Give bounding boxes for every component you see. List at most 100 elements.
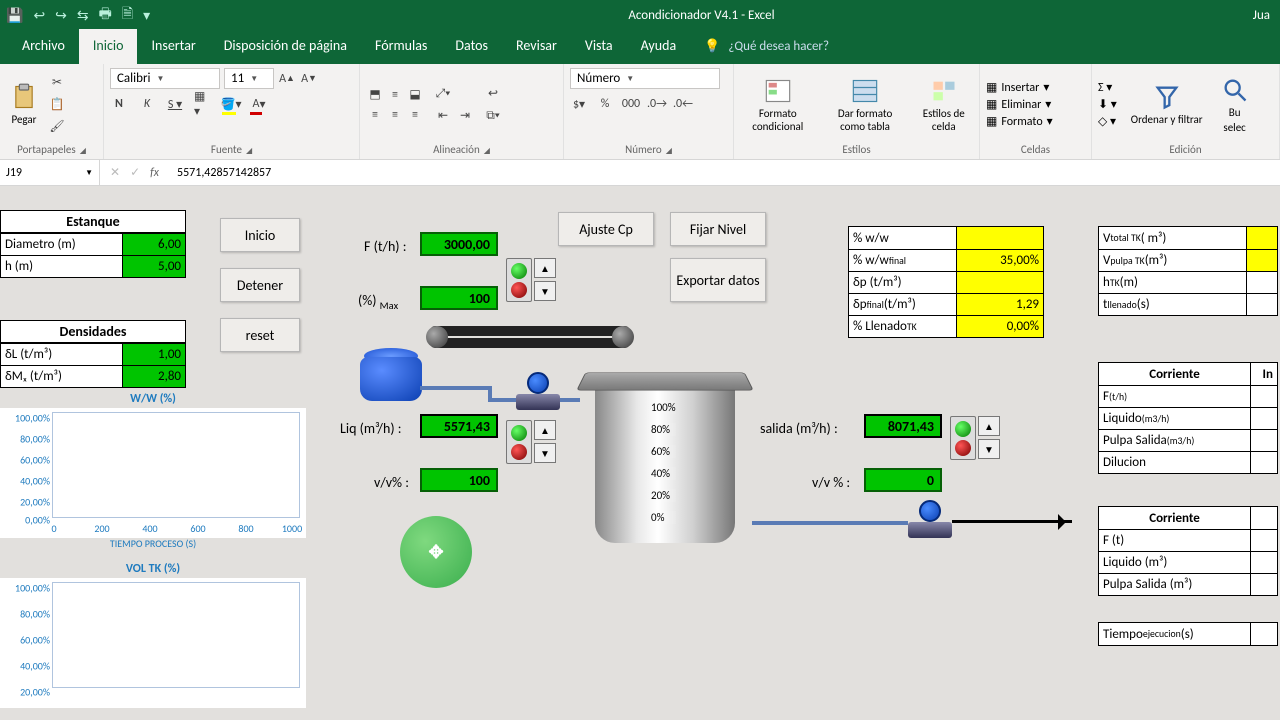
f-value[interactable]: 3000,00 [420, 232, 498, 256]
liq-value[interactable]: 5571,43 [420, 414, 498, 438]
paste-button[interactable]: Pegar [6, 81, 42, 128]
vtot-label: Vtotal TK( m³) [1099, 227, 1247, 249]
tab-ayuda[interactable]: Ayuda [627, 29, 691, 64]
worksheet[interactable]: Estanque Diametro (m)6,00 h (m)5,00 Dens… [0, 186, 1280, 720]
exportar-datos-button[interactable]: Exportar datos [670, 258, 766, 302]
h-value[interactable]: 5,00 [123, 256, 185, 277]
print-icon[interactable]: 🖶 [99, 3, 112, 27]
vv2-value[interactable]: 0 [864, 468, 942, 492]
vv-value[interactable]: 100 [420, 468, 498, 492]
fx-icon[interactable]: fx [150, 166, 159, 180]
tab-vista[interactable]: Vista [571, 29, 627, 64]
tab-revisar[interactable]: Revisar [502, 29, 571, 64]
salida-value[interactable]: 8071,43 [864, 414, 942, 438]
cell-styles-button[interactable]: Estilos de celda [915, 75, 973, 135]
format-table-button[interactable]: Dar formato como tabla [822, 75, 909, 135]
align-center-icon[interactable]: ≡ [386, 106, 404, 124]
group-alineacion: Alineación [433, 143, 480, 156]
insert-cells-button[interactable]: ▦ Insertar ▾ [986, 80, 1053, 95]
align-middle-icon[interactable]: ≡ [386, 86, 404, 104]
vpulpa-label: V pulpa TK(m³) [1099, 250, 1247, 271]
find-select-button[interactable]: Buselec [1217, 74, 1253, 136]
chart-ww-xlabel: TIEMPO PROCESO (S) [0, 537, 306, 550]
fill-color-icon[interactable]: 🪣 ▾ [222, 95, 240, 113]
sal-spin-up[interactable]: ▲ [978, 416, 1000, 436]
touch-icon[interactable]: ⇆ [77, 7, 89, 24]
cancel-formula-icon[interactable]: ✕ [110, 165, 120, 180]
tab-archivo[interactable]: Archivo [8, 29, 79, 64]
formula-value[interactable]: 5571,42857142857 [177, 166, 271, 180]
group-estilos: Estilos [842, 143, 870, 156]
indent-inc-icon[interactable]: ⇥ [456, 107, 474, 125]
percent-icon[interactable]: % [596, 95, 614, 113]
save-icon[interactable]: 💾 [6, 7, 23, 24]
align-right-icon[interactable]: ≡ [406, 106, 424, 124]
font-color-icon[interactable]: A ▾ [250, 95, 268, 113]
tell-me[interactable]: 💡¿Qué desea hacer? [690, 31, 843, 64]
qa-more-icon[interactable]: ▾ [143, 7, 150, 24]
preview-icon[interactable]: 🗎 [122, 3, 133, 27]
fijar-nivel-button[interactable]: Fijar Nivel [670, 212, 766, 246]
shrink-font-icon[interactable]: A▼ [300, 70, 318, 88]
merge-icon[interactable]: ⧉▾ [484, 107, 502, 125]
align-bottom-icon[interactable]: ⬓ [406, 86, 424, 104]
dpf-label: δp final (t/m³) [849, 294, 957, 315]
cut-icon[interactable]: ✂ [48, 74, 66, 92]
tab-inicio[interactable]: Inicio [79, 29, 138, 64]
align-top-icon[interactable]: ⬒ [366, 86, 384, 104]
fill-icon[interactable]: ⬇ ▾ [1098, 97, 1117, 112]
liq-spin-down[interactable]: ▼ [534, 443, 556, 463]
f-spin-down[interactable]: ▼ [534, 281, 556, 301]
autosum-icon[interactable]: Σ ▾ [1098, 80, 1117, 95]
formula-bar: J19▼ ✕ ✓ fx 5571,42857142857 [0, 160, 1280, 186]
tab-formulas[interactable]: Fórmulas [361, 29, 441, 64]
undo-icon[interactable]: ↩ [33, 7, 45, 24]
copy-icon[interactable]: 📋 [48, 96, 66, 114]
font-size-dropdown[interactable]: 11▼ [224, 68, 274, 89]
ajuste-cp-button[interactable]: Ajuste Cp [558, 212, 654, 246]
f-spin-up[interactable]: ▲ [534, 258, 556, 278]
conveyor-graphic [430, 326, 630, 354]
cor2-f-label: F (t) [1099, 530, 1251, 551]
sal-spin-down[interactable]: ▼ [978, 439, 1000, 459]
align-left-icon[interactable]: ≡ [366, 106, 384, 124]
clear-icon[interactable]: ◇ ▾ [1098, 114, 1117, 129]
enter-formula-icon[interactable]: ✓ [130, 165, 140, 180]
format-cells-button[interactable]: ▦ Formato ▾ [986, 114, 1053, 129]
delete-cells-button[interactable]: ▦ Eliminar ▾ [986, 97, 1053, 112]
underline-icon[interactable]: S ▾ [166, 95, 184, 113]
italic-icon[interactable]: K [138, 95, 156, 113]
liq-label: Liq (m³/h) : [340, 420, 401, 437]
llenado-label: % Llenado TK [849, 316, 957, 337]
indent-dec-icon[interactable]: ⇤ [434, 107, 452, 125]
sort-filter-button[interactable]: Ordenar y filtrar [1127, 81, 1207, 128]
dmx-value[interactable]: 2,80 [123, 366, 185, 387]
inicio-button[interactable]: Inicio [220, 218, 300, 252]
pct-value[interactable]: 100 [420, 286, 498, 310]
inc-decimal-icon[interactable]: .0→ [648, 95, 666, 113]
diametro-value[interactable]: 6,00 [123, 234, 185, 255]
orientation-icon[interactable]: ⤢▾ [434, 85, 452, 103]
conditional-format-button[interactable]: Formato condicional [740, 75, 816, 135]
bold-icon[interactable]: N [110, 95, 128, 113]
liq-spin-up[interactable]: ▲ [534, 420, 556, 440]
format-painter-icon[interactable]: 🖌 [48, 118, 66, 136]
detener-button[interactable]: Detener [220, 268, 300, 302]
ft-label: Dar formato como tabla [826, 107, 905, 133]
dec-decimal-icon[interactable]: .0← [674, 95, 692, 113]
tab-insertar[interactable]: Insertar [137, 29, 209, 64]
llenado-value: 0,00% [957, 316, 1043, 337]
number-format-dropdown[interactable]: Número▼ [570, 68, 720, 89]
tab-disposicion[interactable]: Disposición de página [210, 29, 361, 64]
borders-icon[interactable]: ▦ ▾ [194, 95, 212, 113]
dl-value[interactable]: 1,00 [123, 344, 185, 365]
redo-icon[interactable]: ↪ [55, 7, 67, 24]
currency-icon[interactable]: $▾ [570, 95, 588, 113]
tab-datos[interactable]: Datos [441, 29, 502, 64]
comma-icon[interactable]: 000 [622, 95, 640, 113]
name-box[interactable]: J19▼ [0, 160, 100, 185]
reset-button[interactable]: reset [220, 318, 300, 352]
font-family-dropdown[interactable]: Calibri▼ [110, 68, 220, 89]
wrap-text-icon[interactable]: ↩ [484, 85, 502, 103]
grow-font-icon[interactable]: A▲ [278, 70, 296, 88]
